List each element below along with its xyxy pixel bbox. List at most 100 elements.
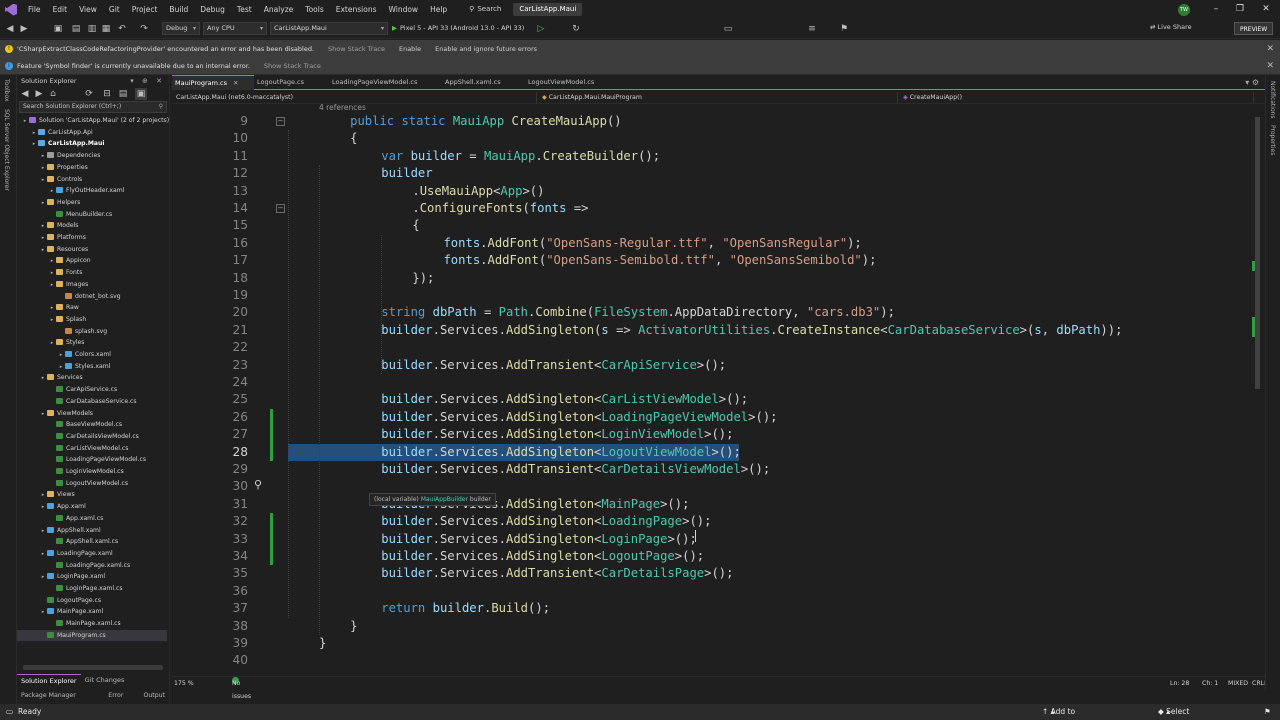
close-icon[interactable]: ✕ xyxy=(1266,61,1274,71)
menu-item-debug[interactable]: Debug xyxy=(194,0,231,19)
toolbox-tab[interactable]: Toolbox xyxy=(3,79,10,102)
tree-item[interactable]: LoginPage.xaml.cs xyxy=(17,583,167,595)
code-line[interactable]: 37 return builder.Build(); xyxy=(172,600,1252,617)
fold-toggle-icon[interactable]: − xyxy=(276,204,285,213)
avatar[interactable]: TW xyxy=(1178,4,1190,16)
code-line[interactable]: 15 { xyxy=(172,217,1252,234)
horizontal-scrollbar[interactable] xyxy=(23,665,163,670)
comment-icon[interactable]: ≡ xyxy=(806,23,818,35)
code-line[interactable]: 40 xyxy=(172,652,1252,669)
tree-item[interactable]: CarListViewModel.cs xyxy=(17,443,167,455)
preview-badge[interactable]: PREVIEW xyxy=(1234,22,1274,35)
tree-item[interactable]: splash.svg xyxy=(17,326,167,338)
code-line[interactable]: 26 builder.Services.AddSingleton<LoadingP… xyxy=(172,408,1252,427)
start-without-debugging-icon[interactable]: ▷ xyxy=(535,23,547,35)
tab-overflow-icon[interactable]: ▾ ⚙ xyxy=(1245,75,1259,90)
document-tab[interactable]: LogoutViewModel.cs xyxy=(525,75,615,90)
tree-item[interactable]: dotnet_bot.svg xyxy=(17,291,167,303)
solution-explorer-search-input[interactable]: Search Solution Explorer (Ctrl+;) ⚲ xyxy=(19,101,167,113)
code-line[interactable]: 27 builder.Services.AddSingleton<LoginVie… xyxy=(172,426,1252,444)
menu-item-test[interactable]: Test xyxy=(231,0,258,19)
tree-item[interactable]: ▸ Splash xyxy=(17,314,167,326)
new-project-icon[interactable]: ▣ xyxy=(52,23,64,35)
back-icon[interactable]: ◀ xyxy=(4,23,16,35)
code-line[interactable]: 22 xyxy=(172,339,1252,356)
menu-item-project[interactable]: Project xyxy=(126,0,164,19)
code-line[interactable]: 19 xyxy=(172,287,1252,304)
code-line[interactable]: 11 var builder = MauiApp.CreateBuilder(); xyxy=(172,148,1252,165)
close-tab-icon[interactable]: ✕ xyxy=(233,79,238,87)
configuration-select[interactable]: Debug ▾ xyxy=(162,22,200,35)
enable-and-ignore-link[interactable]: Enable and ignore future errors xyxy=(435,45,537,53)
menu-item-tools[interactable]: Tools xyxy=(299,0,329,19)
restore-icon[interactable]: ❐ xyxy=(1228,0,1252,19)
visual-studio-logo-icon[interactable] xyxy=(0,0,22,19)
save-icon[interactable]: ▥ xyxy=(86,23,98,35)
tree-item[interactable]: ▸ Models xyxy=(17,220,167,232)
scrollbar-thumb[interactable] xyxy=(1255,117,1260,389)
code-line[interactable]: 29 builder.Services.AddTransient<CarDetai… xyxy=(172,461,1252,478)
tree-item[interactable]: ▸ Solution 'CarListApp.Maui' (2 of 2 proj… xyxy=(17,115,169,127)
tree-item[interactable]: ▸ Views xyxy=(17,489,167,501)
menu-item-file[interactable]: File xyxy=(22,0,47,19)
tab-solution-explorer[interactable]: Solution Explorer xyxy=(17,674,81,687)
menu-item-git[interactable]: Git xyxy=(103,0,126,19)
enable-link[interactable]: Enable xyxy=(399,45,421,53)
tree-item[interactable]: ▸ FlyOutHeader.xaml xyxy=(17,185,167,197)
hot-reload-icon[interactable]: ↻ xyxy=(570,23,582,35)
tree-item[interactable]: LoadingPage.xaml.cs xyxy=(17,560,167,572)
tree-item[interactable]: LoadingPageViewModel.cs xyxy=(17,454,167,466)
menu-item-build[interactable]: Build xyxy=(163,0,194,19)
code-line[interactable]: 35 builder.Services.AddTransient<CarDetai… xyxy=(172,565,1252,582)
code-line[interactable]: 13 .UseMauiApp<App>() xyxy=(172,183,1252,200)
tree-item[interactable]: ▸ MainPage.xaml xyxy=(17,606,167,618)
member-dropdown[interactable]: ◈ CreateMauiApp() xyxy=(899,92,1254,103)
platform-select[interactable]: Any CPU ▾ xyxy=(203,22,267,35)
tree-item[interactable]: ▸ Helpers xyxy=(17,197,167,209)
redo-icon[interactable]: ↷ xyxy=(138,23,150,35)
code-line[interactable]: 10 { xyxy=(172,130,1252,147)
tab-error-list[interactable]: Error List xyxy=(104,689,139,712)
save-all-icon[interactable]: ▦ xyxy=(100,23,112,35)
code-line[interactable]: 20 string dbPath = Path.Combine(FileSyste… xyxy=(172,304,1252,321)
back-icon[interactable]: ◀ xyxy=(19,88,31,100)
menu-item-extensions[interactable]: Extensions xyxy=(330,0,383,19)
tree-item[interactable]: ▸ Resources xyxy=(17,244,167,256)
sync-icon[interactable]: ⟳ xyxy=(83,88,95,100)
search-button[interactable]: ⚲ Search xyxy=(463,3,507,16)
notifications-tab[interactable]: Notifications xyxy=(1269,81,1276,119)
whitespace-indicator[interactable]: MIXED xyxy=(1228,677,1248,690)
run-button[interactable]: ▶ Pixel 5 - API 33 (Android 13.0 - API 33… xyxy=(392,22,524,35)
tree-item[interactable]: MenuBuilder.cs xyxy=(17,209,167,221)
code-line[interactable]: 28 builder.Services.AddSingleton<LogoutVi… xyxy=(172,443,1252,461)
project-dropdown[interactable]: CarListApp.Maui (net6.0-maccatalyst) xyxy=(172,92,537,103)
preview-selected-icon[interactable]: ▣ xyxy=(135,88,147,100)
home-icon[interactable]: ⌂ xyxy=(47,88,59,100)
tree-item[interactable]: ▸ CarListApp.Maui xyxy=(17,138,167,150)
tree-item[interactable]: ▸ LoadingPage.xaml xyxy=(17,548,167,560)
tree-item[interactable]: ▸ Styles xyxy=(17,337,167,349)
tree-item[interactable]: ▸ AppIcon xyxy=(17,255,167,267)
tree-item[interactable]: ▸ Raw xyxy=(17,302,167,314)
code-line[interactable]: 39} xyxy=(172,635,1252,652)
code-line[interactable]: − 9 public static MauiApp CreateMauiApp() xyxy=(172,113,1252,130)
menu-item-help[interactable]: Help xyxy=(424,0,453,19)
vertical-scrollbar[interactable] xyxy=(1252,105,1264,678)
code-line[interactable]: 34 builder.Services.AddSingleton<LogoutPa… xyxy=(172,548,1252,566)
code-line[interactable]: 25 builder.Services.AddSingleton<CarListV… xyxy=(172,391,1252,408)
forward-icon[interactable]: ▶ xyxy=(33,88,45,100)
tree-item[interactable]: ▸ Platforms xyxy=(17,232,167,244)
tree-item[interactable]: ▸ LoginPage.xaml xyxy=(17,571,167,583)
open-icon[interactable]: ▤ xyxy=(70,23,82,35)
undo-icon[interactable]: ↶ xyxy=(116,23,128,35)
tree-item[interactable]: AppShell.xaml.cs xyxy=(17,536,167,548)
code-line[interactable]: 31builder.Services.AddSingleton<MainPage… xyxy=(172,496,1252,513)
close-icon[interactable]: ✕ xyxy=(1254,0,1278,19)
tab-package-manager-console[interactable]: Package Manager Console xyxy=(17,689,104,712)
tree-item[interactable]: ▸ ViewModels xyxy=(17,408,167,420)
code-line[interactable]: 23 builder.Services.AddTransient<CarApiSe… xyxy=(172,357,1252,374)
live-share-button[interactable]: ⇄ Live Share xyxy=(1150,23,1192,31)
show-stack-trace-link[interactable]: Show Stack Trace xyxy=(264,62,321,70)
code-line[interactable]: 30 xyxy=(172,478,1252,495)
tree-item[interactable]: ▸ Styles.xaml xyxy=(17,361,167,373)
